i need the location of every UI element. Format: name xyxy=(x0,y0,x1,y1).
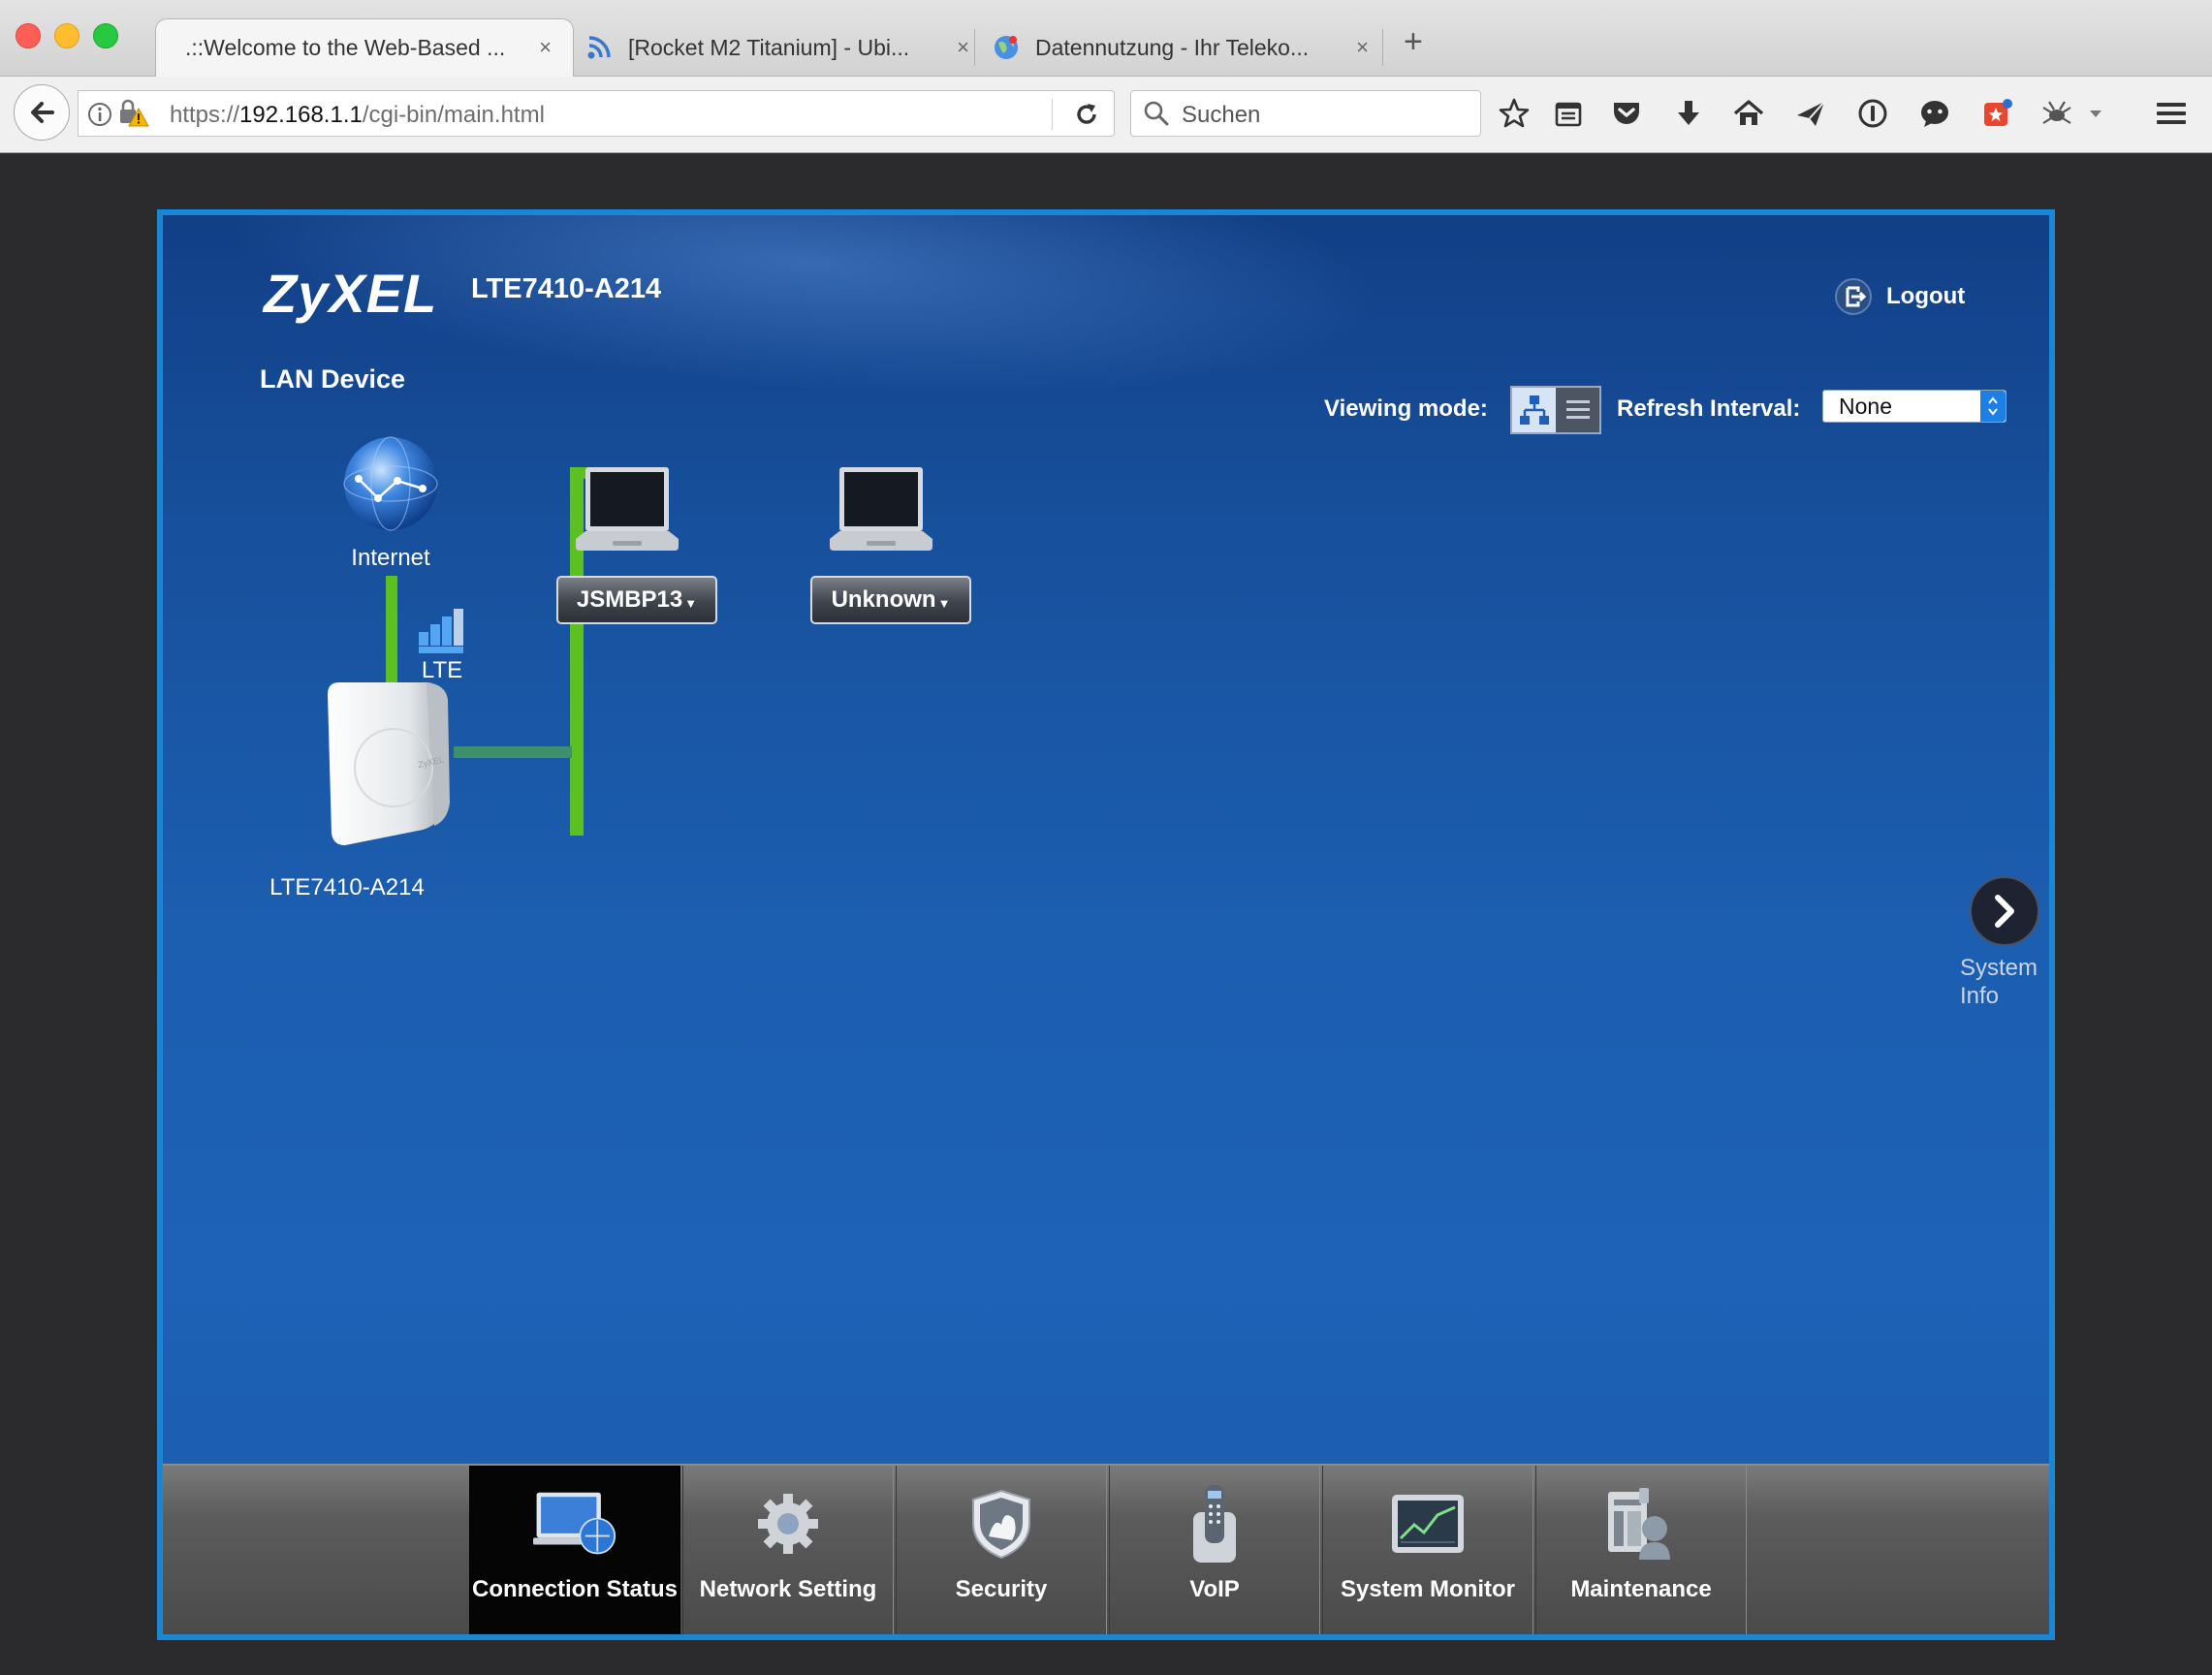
minimize-window-button[interactable] xyxy=(54,23,79,48)
device-button-jsmbp13[interactable]: JSMBP13 ▼ xyxy=(556,576,717,624)
close-tab-icon[interactable]: × xyxy=(957,35,969,60)
extension-badge-icon[interactable] xyxy=(1979,96,2014,131)
system-info-button[interactable] xyxy=(1970,876,2039,946)
shield-icon xyxy=(960,1483,1043,1564)
laptop-icon[interactable] xyxy=(574,465,680,566)
close-tab-icon[interactable]: × xyxy=(539,35,552,60)
network-topology-icon xyxy=(1519,395,1549,425)
tab-title: Datennutzung - Ihr Teleko... xyxy=(1035,34,1310,60)
router-device-icon[interactable]: ZyXEL xyxy=(326,679,452,849)
refresh-interval-select[interactable]: None xyxy=(1822,390,2007,423)
new-tab-button[interactable]: + xyxy=(1404,23,1423,61)
tab-separator xyxy=(1382,29,1383,66)
phone-icon xyxy=(1173,1483,1256,1564)
maintenance-icon xyxy=(1599,1483,1683,1564)
home-icon[interactable] xyxy=(1731,96,1766,131)
tab-welcome[interactable]: .::Welcome to the Web-Based ... × xyxy=(155,18,574,77)
browser-tab-bar: .::Welcome to the Web-Based ... × [Rocke… xyxy=(0,0,2212,77)
rss-icon xyxy=(585,34,613,61)
router-lan-link xyxy=(454,746,572,758)
menu-label: Security xyxy=(955,1576,1048,1602)
downloads-icon[interactable] xyxy=(1671,96,1706,131)
lte-signal-icon xyxy=(417,607,467,653)
reload-icon[interactable] xyxy=(1069,97,1104,132)
menu-maintenance[interactable]: Maintenance xyxy=(1535,1466,1747,1634)
device-name: Unknown xyxy=(831,586,936,613)
tab-title: .::Welcome to the Web-Based ... xyxy=(185,35,506,60)
viewing-mode-toggle xyxy=(1510,386,1601,434)
model-name: LTE7410-A214 xyxy=(471,273,662,304)
menu-label: System Monitor xyxy=(1340,1576,1516,1602)
device-name: JSMBP13 xyxy=(576,586,683,613)
tab-title: [Rocket M2 Titanium] - Ubi... xyxy=(628,34,910,60)
menu-connection-status[interactable]: Connection Status xyxy=(469,1466,680,1634)
url-text[interactable]: https://192.168.1.1/cgi-bin/main.html xyxy=(170,102,545,129)
internet-label: Internet xyxy=(351,545,430,571)
back-arrow-icon xyxy=(31,102,54,123)
tab-datennutzung[interactable]: Datennutzung - Ihr Teleko... × xyxy=(993,19,1380,76)
url-divider xyxy=(1052,99,1053,130)
chevron-right-icon xyxy=(1995,895,2014,928)
chevron-down-icon: ▼ xyxy=(684,595,698,611)
page-title: LAN Device xyxy=(260,364,406,394)
topology-view-button[interactable] xyxy=(1512,388,1556,432)
overflow-chevron-icon[interactable] xyxy=(2084,96,2107,131)
menu-label: Maintenance xyxy=(1570,1576,1712,1602)
close-window-button[interactable] xyxy=(16,23,41,48)
insecure-lock-icon[interactable] xyxy=(117,99,150,133)
connection-status-icon xyxy=(533,1483,616,1564)
tab-rocket[interactable]: [Rocket M2 Titanium] - Ubi... × xyxy=(585,19,983,76)
password-manager-icon[interactable] xyxy=(1855,96,1890,131)
menu-system-monitor[interactable]: System Monitor xyxy=(1322,1466,1533,1634)
url-bar[interactable]: https://192.168.1.1/cgi-bin/main.html xyxy=(78,90,1115,137)
menu-security[interactable]: Security xyxy=(896,1466,1107,1634)
search-bar[interactable]: Suchen xyxy=(1130,90,1481,137)
main-menu-bar: Connection Status Network Setting Securi… xyxy=(163,1464,2049,1634)
logout-label: Logout xyxy=(1886,283,1966,309)
search-placeholder: Suchen xyxy=(1182,102,1261,128)
device-button-unknown[interactable]: Unknown ▼ xyxy=(810,576,971,624)
reading-list-icon[interactable] xyxy=(1551,96,1586,131)
router-web-ui: ZyXEL LTE7410-A214 Logout LAN Device Vie… xyxy=(157,209,2055,1640)
internet-globe-icon[interactable] xyxy=(341,434,440,533)
chevron-down-icon: ▼ xyxy=(937,595,951,611)
info-icon[interactable] xyxy=(86,101,113,133)
hamburger-menu-icon[interactable] xyxy=(2154,96,2189,131)
send-icon[interactable] xyxy=(1793,96,1828,131)
globe-icon xyxy=(993,34,1020,61)
menu-label: Network Setting xyxy=(699,1576,877,1602)
zyxel-logo: ZyXEL xyxy=(264,263,438,324)
search-icon xyxy=(1143,100,1170,132)
monitor-chart-icon xyxy=(1386,1483,1469,1564)
bookmark-star-icon[interactable] xyxy=(1497,96,1532,131)
menu-network-setting[interactable]: Network Setting xyxy=(682,1466,894,1634)
menu-label: Connection Status xyxy=(471,1576,678,1602)
logout-button[interactable]: Logout xyxy=(1832,275,1965,318)
browser-nav-bar: https://192.168.1.1/cgi-bin/main.html Su… xyxy=(0,77,2212,153)
chat-icon[interactable] xyxy=(1917,96,1952,131)
back-button[interactable] xyxy=(14,84,70,141)
system-info-label[interactable]: System Info xyxy=(1960,954,2038,1010)
pocket-icon[interactable] xyxy=(1609,96,1644,131)
menu-label: VoIP xyxy=(1189,1576,1240,1602)
zoom-window-button[interactable] xyxy=(93,23,118,48)
laptop-icon[interactable] xyxy=(828,465,934,566)
refresh-interval-label: Refresh Interval: xyxy=(1617,395,1801,422)
list-icon xyxy=(1565,400,1590,419)
refresh-interval-value: None xyxy=(1839,394,1892,419)
bug-extension-icon[interactable] xyxy=(2039,96,2074,131)
tab-separator xyxy=(974,29,975,66)
router-label: LTE7410-A214 xyxy=(269,874,425,901)
list-view-button[interactable] xyxy=(1556,388,1599,432)
logout-icon xyxy=(1835,278,1872,315)
close-tab-icon[interactable]: × xyxy=(1356,35,1369,60)
select-arrows-icon xyxy=(1980,391,2006,422)
viewing-mode-label: Viewing mode: xyxy=(1324,395,1488,422)
menu-voip[interactable]: VoIP xyxy=(1109,1466,1320,1634)
gear-icon xyxy=(746,1483,830,1564)
